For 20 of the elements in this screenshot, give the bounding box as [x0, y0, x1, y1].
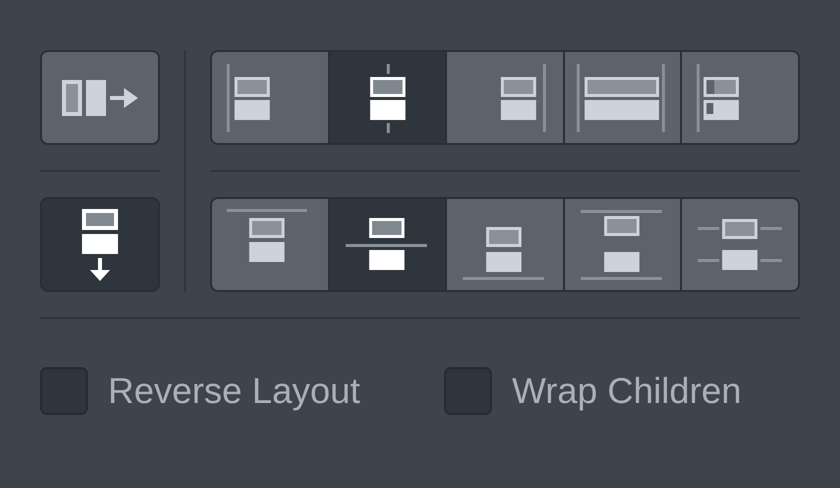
alignment-icon — [697, 64, 740, 132]
checkbox[interactable] — [444, 367, 492, 415]
alignment-icon — [580, 210, 662, 280]
alignment-icon — [698, 219, 782, 270]
arrow-down-icon — [82, 208, 118, 280]
alignment-icon — [345, 218, 427, 270]
arrow-right-icon — [62, 80, 138, 116]
alignment-icon — [501, 64, 546, 132]
checkbox-label: Reverse Layout — [108, 373, 360, 409]
direction-button[interactable] — [40, 50, 160, 145]
checkbox[interactable] — [40, 367, 88, 415]
direction-button[interactable] — [40, 197, 160, 292]
alignment-icon — [576, 64, 665, 132]
alignment-icon — [226, 64, 270, 132]
alignment-button[interactable] — [330, 199, 446, 290]
alignment-icon — [226, 209, 308, 262]
alignment-button[interactable] — [330, 52, 446, 143]
alignment-icon — [462, 227, 544, 280]
alignment-icon — [370, 64, 406, 133]
checkbox-label: Wrap Children — [512, 373, 742, 409]
